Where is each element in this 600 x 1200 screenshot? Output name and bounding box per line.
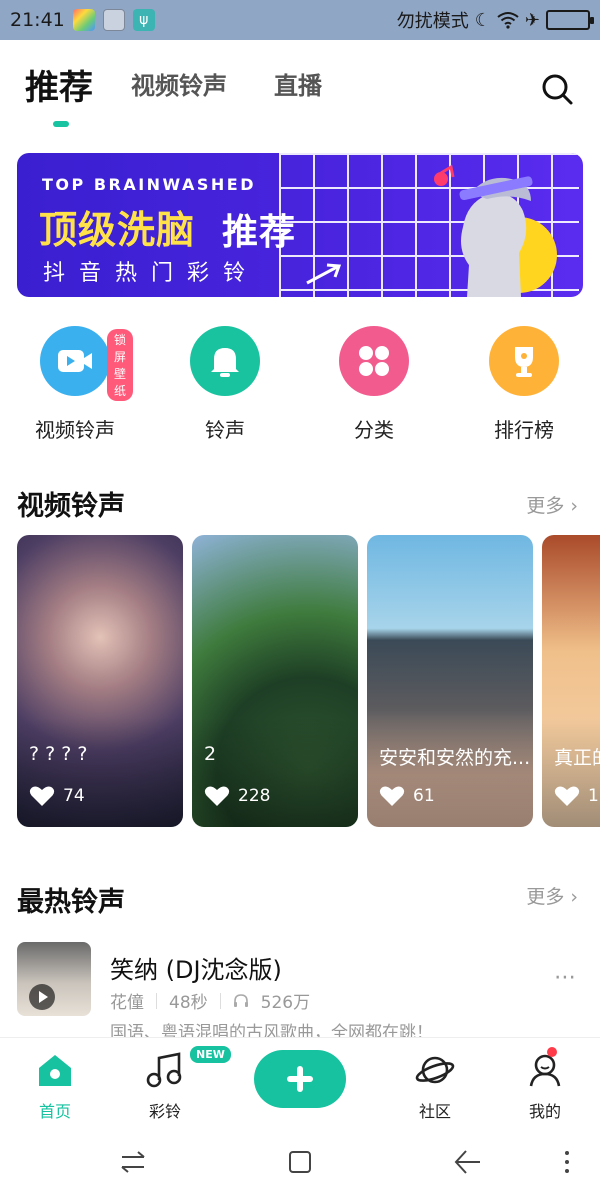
nav-color-ring[interactable]: 彩铃 (125, 1052, 205, 1122)
video-card-title: 真正的 (554, 747, 600, 769)
cleaner-notification-icon (102, 9, 125, 31)
top-tab-bar: 推荐 视频铃声 直播 (0, 60, 600, 130)
video-section-title: 视频铃声 (17, 491, 125, 522)
tab-live[interactable]: 直播 (274, 66, 322, 101)
headphones-icon (233, 993, 248, 1007)
entry-label: 分类 (354, 418, 394, 442)
entry-category[interactable]: 分类 (319, 326, 429, 443)
video-card-likes: 228 (204, 785, 270, 807)
song-duration: 48秒 (169, 993, 208, 1013)
nav-community[interactable]: 社区 (395, 1052, 475, 1122)
nav-label: 彩铃 (148, 1102, 181, 1121)
video-card-likes: 61 (379, 785, 435, 807)
card-shade (17, 717, 183, 827)
nav-profile[interactable]: 我的 (505, 1052, 585, 1122)
tab-recommend[interactable]: 推荐 (25, 60, 93, 109)
banner-subtitle: TOP BRAINWASHED (42, 175, 256, 194)
nav-label: 我的 (528, 1102, 561, 1121)
like-count: 1 (588, 786, 599, 806)
video-section-more-link[interactable]: 更多 › (526, 491, 578, 518)
quick-entry-row: 锁屏壁纸 视频铃声 铃声 分类 排行榜 (0, 326, 600, 446)
status-time: 21:41 (10, 9, 65, 31)
play-icon[interactable] (29, 984, 55, 1010)
user-icon (529, 1054, 561, 1087)
heart-icon (379, 786, 405, 806)
wifi-icon (497, 12, 519, 29)
entry-video-ringtone[interactable]: 锁屏壁纸 视频铃声 (20, 326, 134, 443)
banner-tagline: 抖音热门彩铃 (43, 261, 260, 286)
video-card-title: ? ? ? ? (29, 743, 88, 765)
app-notification-icon (72, 9, 95, 31)
song-title[interactable]: 笑纳 (DJ沈念版) (110, 950, 282, 985)
song-cover[interactable] (17, 942, 91, 1016)
hot-section-title: 最热铃声 (17, 887, 125, 918)
category-icon (339, 326, 409, 396)
usb-icon: ψ (132, 9, 155, 31)
notification-dot (547, 1047, 557, 1057)
video-card[interactable]: 安安和安然的充... 61 (367, 535, 533, 827)
menu-icon[interactable] (550, 1145, 584, 1179)
moon-icon: ☾ (474, 9, 491, 31)
system-nav-bar (0, 1123, 600, 1200)
song-meta: 花僮 48秒 526万 (110, 988, 310, 1013)
like-count: 61 (413, 786, 435, 806)
song-plays: 526万 (260, 993, 311, 1013)
plus-icon (287, 1066, 313, 1092)
heart-icon (29, 786, 55, 806)
video-card-likes: 1 (554, 785, 599, 807)
card-shade (367, 717, 533, 827)
bottom-nav: 首页 彩铃 NEW 社区 我的 (0, 1037, 600, 1123)
bell-icon (190, 326, 260, 396)
lock-wallpaper-badge: 锁屏壁纸 (107, 329, 134, 401)
heart-icon (204, 786, 230, 806)
divider (156, 992, 157, 1009)
arrow-icon (306, 263, 342, 285)
entry-ranking[interactable]: 排行榜 (469, 326, 579, 443)
video-icon (40, 326, 110, 396)
nav-label: 社区 (418, 1102, 451, 1121)
like-count: 228 (238, 786, 271, 806)
like-count: 74 (63, 786, 85, 806)
card-shade (542, 717, 600, 827)
video-card[interactable]: 真正的 1 (542, 535, 600, 827)
status-bar: 21:41 ψ 勿扰模式 ☾ ✈ (0, 0, 600, 40)
home-square-icon[interactable] (283, 1145, 317, 1179)
video-card-title: 2 (204, 743, 217, 765)
dnd-label: 勿扰模式 (396, 11, 469, 32)
new-badge: NEW (190, 1046, 231, 1063)
nav-label: 首页 (38, 1102, 71, 1121)
video-card[interactable]: ? ? ? ? 74 (17, 535, 183, 827)
entry-label: 排行榜 (494, 418, 554, 442)
entry-label: 视频铃声 (35, 418, 115, 442)
tab-video-ringtone[interactable]: 视频铃声 (131, 66, 227, 101)
card-shade (192, 717, 358, 827)
entry-ringtone[interactable]: 铃声 (170, 326, 280, 443)
planet-icon (415, 1056, 455, 1084)
promo-banner[interactable]: TOP BRAINWASHED 顶级洗脑 推荐 抖音热门彩铃 (17, 153, 583, 297)
tab-indicator (53, 121, 69, 127)
hot-section-more-link[interactable]: 更多 › (526, 882, 578, 909)
switch-app-icon[interactable] (116, 1145, 150, 1179)
song-artist: 花僮 (110, 993, 144, 1013)
divider (219, 992, 221, 1009)
search-icon[interactable] (538, 70, 578, 110)
music-note-icon (146, 1052, 182, 1088)
entry-label: 铃声 (205, 418, 245, 442)
video-card-title: 安安和安然的充... (379, 747, 529, 769)
heart-icon (554, 786, 580, 806)
create-button[interactable] (254, 1050, 346, 1108)
video-card[interactable]: 2 228 (192, 535, 358, 827)
statue-bust-image (434, 164, 533, 297)
more-options-icon[interactable]: ⋯ (554, 965, 578, 990)
video-card-likes: 74 (29, 785, 85, 807)
battery-icon (546, 10, 594, 30)
home-icon (39, 1055, 71, 1086)
airplane-icon: ✈ (524, 9, 540, 31)
trophy-icon (489, 326, 559, 396)
banner-title-highlight: 顶级洗脑 (39, 208, 196, 252)
back-icon[interactable] (450, 1145, 484, 1179)
nav-home[interactable]: 首页 (15, 1052, 95, 1122)
banner-title: 推荐 (222, 212, 297, 253)
